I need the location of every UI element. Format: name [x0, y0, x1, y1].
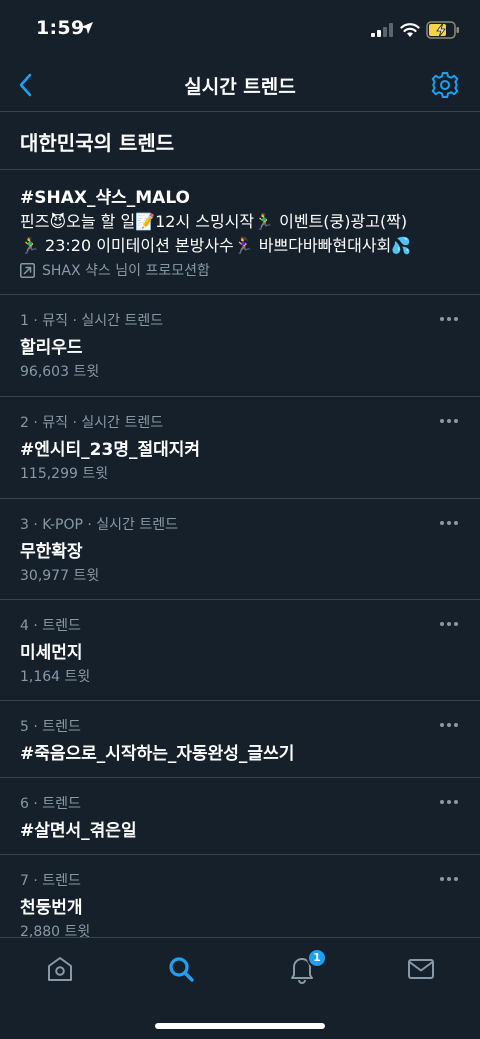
notification-badge: 1: [307, 948, 327, 968]
home-icon[interactable]: [45, 954, 75, 984]
trend-item[interactable]: 1 · 뮤직 · 실시간 트렌드 할리우드 96,603 트윗: [0, 295, 480, 396]
more-icon[interactable]: [438, 415, 460, 427]
status-bar: 1:59: [0, 0, 480, 58]
trend-meta: 2 · 뮤직 · 실시간 트렌드: [20, 415, 164, 431]
promoted-by-label: SHAX 샥스 님이 프로모션함: [42, 263, 210, 279]
trend-name: #죽음으로_시작하는_자동완성_글쓰기: [20, 744, 295, 764]
trend-item[interactable]: 2 · 뮤직 · 실시간 트렌드 #엔시티_23명_절대지켜 115,299 트…: [0, 397, 480, 498]
trend-count: 96,603 트윗: [20, 364, 100, 380]
signal-icon: [371, 23, 393, 37]
more-icon[interactable]: [438, 719, 460, 731]
trend-count: 2,880 트윗: [20, 924, 91, 937]
mail-icon[interactable]: [406, 954, 436, 984]
more-icon[interactable]: [438, 313, 460, 325]
trend-name: 천둥번개: [20, 898, 83, 918]
battery-charging-icon: [426, 21, 459, 39]
wifi-icon: [400, 23, 420, 37]
home-indicator: [155, 1023, 325, 1029]
section-title: 대한민국의 트렌드: [20, 131, 175, 155]
trend-item[interactable]: 6 · 트렌드 #살면서_겪은일: [0, 778, 480, 854]
bottom-nav: 1: [0, 937, 480, 1039]
trend-meta: 1 · 뮤직 · 실시간 트렌드: [20, 313, 164, 329]
trend-name: 할리우드: [20, 338, 83, 358]
trend-count: 30,977 트윗: [20, 568, 100, 584]
status-time: 1:59: [36, 17, 85, 39]
trend-count: 1,164 트윗: [20, 669, 91, 685]
trend-meta: 3 · K-POP · 실시간 트렌드: [20, 517, 179, 533]
trend-meta: 6 · 트렌드: [20, 796, 81, 812]
trend-item[interactable]: 7 · 트렌드 천둥번개 2,880 트윗: [0, 855, 480, 937]
trend-count: 115,299 트윗: [20, 466, 109, 482]
promoted-description-line2: 🏃‍♂️ 23:20 이미테이션 본방사수🏃‍♀️ 바쁘다바빠현대사회💦: [20, 236, 412, 255]
search-icon[interactable]: [166, 954, 196, 984]
trend-name: 미세먼지: [20, 643, 83, 663]
trend-item[interactable]: 4 · 트렌드 미세먼지 1,164 트윗: [0, 600, 480, 700]
trend-meta: 5 · 트렌드: [20, 719, 81, 735]
trend-name: #엔시티_23명_절대지켜: [20, 440, 201, 460]
trend-name: 무한확장: [20, 542, 83, 562]
more-icon[interactable]: [438, 796, 460, 808]
gear-icon[interactable]: [430, 70, 460, 100]
more-icon[interactable]: [438, 873, 460, 885]
trend-item[interactable]: 3 · K-POP · 실시간 트렌드 무한확장 30,977 트윗: [0, 499, 480, 599]
promoted-description-line1: 핀즈😈오늘 할 일📝12시 스밍시작🏃‍♂️ 이벤트(쿵)광고(짝): [20, 212, 408, 231]
screen: 1:59 실시간 트렌드 대한민국의 트렌드 #SHAX_샥스_MALO 핀즈😈…: [0, 0, 480, 1039]
page-title: 실시간 트렌드: [184, 76, 296, 98]
promoted-arrow-icon: [20, 262, 35, 278]
promoted-trend[interactable]: #SHAX_샥스_MALO 핀즈😈오늘 할 일📝12시 스밍시작🏃‍♂️ 이벤트…: [0, 170, 480, 294]
trend-name: #살면서_겪은일: [20, 821, 137, 841]
header: 실시간 트렌드: [0, 58, 480, 112]
trend-item[interactable]: 5 · 트렌드 #죽음으로_시작하는_자동완성_글쓰기: [0, 701, 480, 777]
trend-meta: 7 · 트렌드: [20, 873, 81, 889]
promoted-by: SHAX 샥스 님이 프로모션함: [20, 260, 210, 280]
more-icon[interactable]: [438, 517, 460, 529]
location-arrow-icon: [81, 22, 93, 34]
trend-meta: 4 · 트렌드: [20, 618, 81, 634]
more-icon[interactable]: [438, 618, 460, 630]
promoted-description: 핀즈😈오늘 할 일📝12시 스밍시작🏃‍♂️ 이벤트(쿵)광고(짝) 🏃‍♂️ …: [20, 210, 460, 258]
promoted-hashtag: #SHAX_샥스_MALO: [20, 188, 191, 208]
